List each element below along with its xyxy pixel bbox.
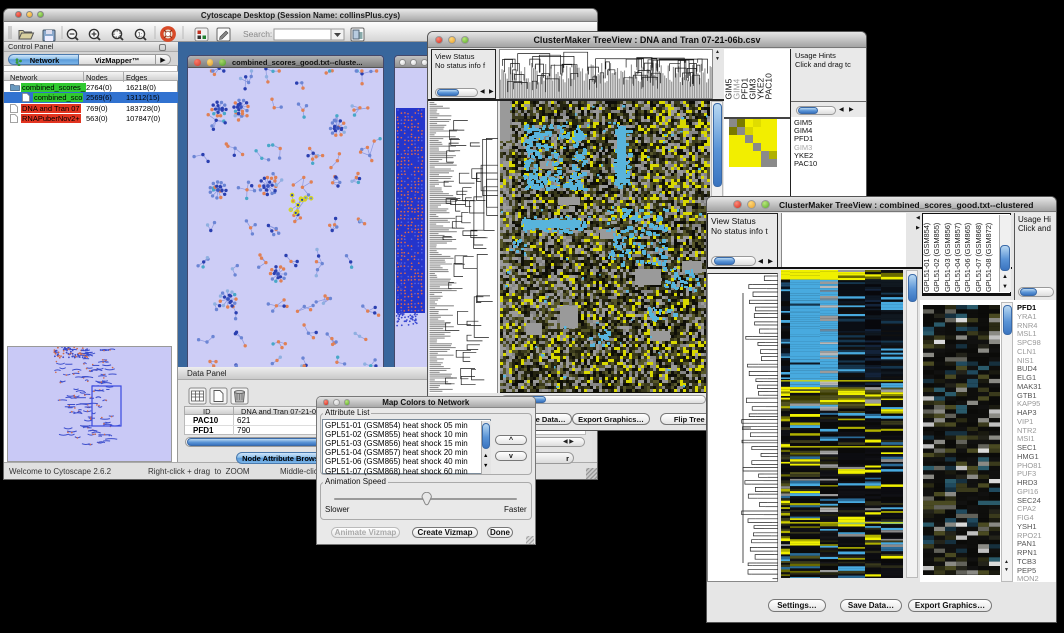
svg-text:1:: 1: (138, 33, 143, 39)
svg-text:Search:: Search: (243, 29, 272, 39)
